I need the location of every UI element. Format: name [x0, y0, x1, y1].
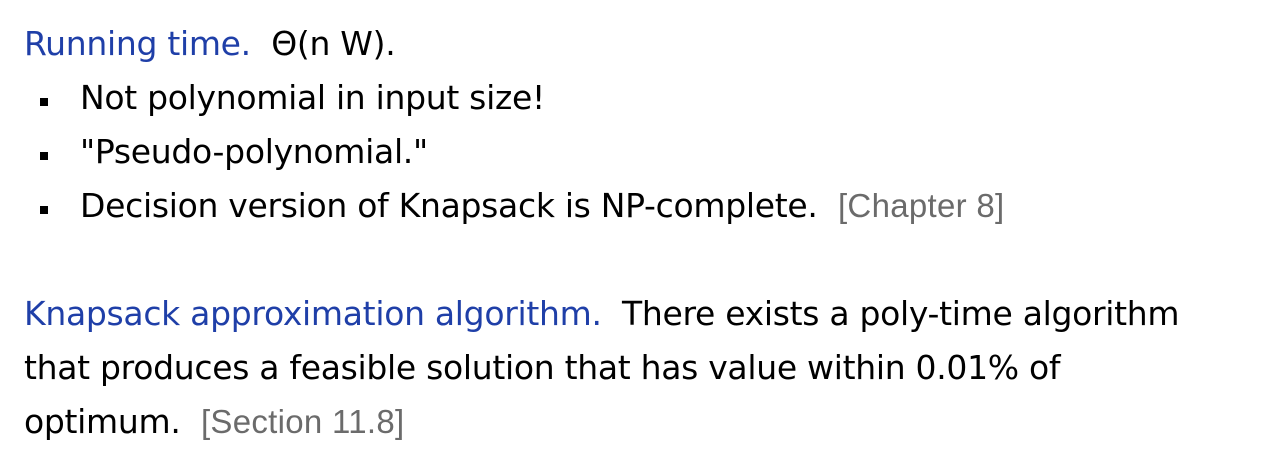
bullet-text-with-ref: Decision version of Knapsack is NP-compl…	[80, 186, 1005, 226]
approximation-line-2: that produces a feasible solution that h…	[24, 348, 1061, 388]
square-bullet-icon	[40, 152, 48, 160]
square-bullet-icon	[40, 98, 48, 106]
running-time-heading: Running time.	[24, 24, 251, 63]
slide: Running time. Θ(n W). Not polynomial in …	[0, 0, 1282, 474]
approximation-heading: Knapsack approximation algorithm.	[24, 294, 602, 333]
bullet-text: Decision version of Knapsack is NP-compl…	[80, 186, 818, 225]
running-time-line: Running time. Θ(n W).	[24, 24, 396, 64]
approximation-line-1: Knapsack approximation algorithm. There …	[24, 294, 1180, 334]
square-bullet-icon	[40, 206, 48, 214]
bullet-text: Not polynomial in input size!	[80, 78, 545, 117]
approximation-line-3: optimum. [Section 11.8]	[24, 402, 405, 442]
section-reference: [Section 11.8]	[200, 403, 405, 440]
approximation-text-1: There exists a poly-time algorithm	[622, 294, 1180, 333]
chapter-reference: [Chapter 8]	[837, 187, 1005, 224]
running-time-complexity: Θ(n W).	[271, 24, 396, 63]
approximation-text-2: that produces a feasible solution that h…	[24, 348, 1061, 387]
bullet-text: "Pseudo-polynomial."	[80, 132, 428, 171]
approximation-text-3: optimum.	[24, 402, 181, 441]
